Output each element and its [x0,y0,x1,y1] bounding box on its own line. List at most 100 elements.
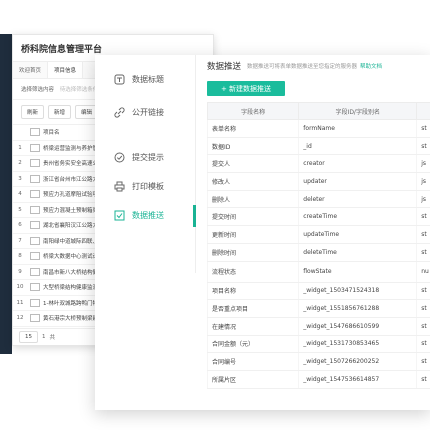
field-type: nu [416,261,430,283]
field-name: 修改人 [207,172,299,191]
panel-description: 数据推送可将表单数据推送至您指定的服务器 [247,64,358,70]
nav-item-public-link[interactable]: 公开链接 [95,98,195,127]
tab-welcome[interactable]: 欢迎首页 [13,62,49,78]
page-number[interactable]: 1 [42,334,46,340]
field-table: 字段名称 字段ID/字段别名 表单名称 formName st 数据ID _id st 提交… [207,102,430,389]
field-name: 删除人 [207,190,299,209]
nav-label: 打印模板 [132,182,164,191]
select-all-checkbox[interactable] [30,128,40,137]
row-checkbox[interactable] [30,159,40,168]
check-circle-icon [113,152,125,164]
field-id: _widget_1547536614857 [298,370,417,389]
panel-header: 数据推送 数据推送可将表单数据推送至您指定的服务器 帮助文档 [207,55,430,77]
row-checkbox[interactable] [30,143,40,152]
row-checkbox[interactable] [30,314,40,323]
nav-item-data-title[interactable]: 数据标题 [95,65,195,94]
printer-icon [113,181,125,193]
data-push-panel: 数据推送 数据推送可将表单数据推送至您指定的服务器 帮助文档 + 新建数据推送 … [207,55,430,410]
table-row: 所属片区 _widget_1547536614857 st [207,370,430,389]
table-row: 在建情况 _widget_1547686610599 st [207,317,430,336]
row-number: 5 [18,206,22,213]
row-checkbox[interactable] [30,190,40,199]
add-button[interactable]: 新增 [48,105,72,119]
checkbox-icon [113,210,125,222]
field-id: deleteTime [298,243,417,262]
table-row: 表单名称 formName st [207,119,430,138]
column-header-field-name: 字段名称 [207,102,300,120]
nav-item-submit-tip[interactable]: 提交提示 [95,143,195,172]
form-settings-dialog: 数据标题 公开链接 提交提示 打印模板 数据推送 数据推送 数据推送可将表单数据… [95,55,430,410]
row-number: 3 [18,175,22,182]
row-number: 2 [18,160,22,167]
table-row: 更新时间 updateTime st [207,225,430,244]
field-name: 合同金额（元） [207,335,299,354]
field-type: st [416,282,430,301]
help-link[interactable]: 帮助文档 [360,62,382,70]
panel-title: 数据推送 [207,62,242,72]
nav-label: 数据标题 [132,75,164,84]
field-id: _widget_1547686610599 [298,317,417,336]
field-name: 数据ID [207,137,299,156]
field-name: 提交人 [207,154,299,174]
app-sidebar [0,34,12,354]
field-id: _widget_1551856761288 [298,299,417,318]
row-number: 1 [18,144,22,151]
field-id: updater [298,172,417,191]
field-id: formName [298,119,417,138]
field-name: 更新时间 [207,225,299,244]
row-checkbox[interactable] [30,267,40,276]
nav-label: 数据推送 [132,211,164,220]
field-name: 表单名称 [207,119,299,138]
row-number: 12 [16,315,24,322]
row-number: 9 [18,268,22,275]
field-name: 是否重点项目 [207,299,299,318]
new-data-push-button[interactable]: + 新建数据推送 [207,81,285,96]
row-number: 11 [16,299,24,306]
field-id: _id [298,137,417,156]
row-checkbox[interactable] [30,236,40,245]
page-total-label: 共 [49,335,56,341]
page-size-select[interactable]: 15 [19,331,38,343]
field-id: deleter [298,190,417,209]
column-header-field-id: 字段ID/字段别名 [298,102,418,120]
field-type: st [416,243,430,262]
table-row: 修改人 updater js [207,172,430,191]
row-checkbox[interactable] [30,174,40,183]
nav-label: 提交提示 [132,153,164,162]
settings-nav: 数据标题 公开链接 提交提示 打印模板 数据推送 [95,55,196,273]
row-checkbox[interactable] [30,205,40,214]
field-name: 在建情况 [207,317,299,336]
field-name: 提交时间 [207,207,299,227]
row-number: 7 [18,237,22,244]
table-row: 删除人 deleter js [207,190,430,209]
row-number: 4 [18,191,22,198]
column-header-type [416,102,430,120]
nav-item-data-push[interactable]: 数据推送 [95,201,196,230]
row-number: 8 [18,253,22,260]
field-type: js [416,190,430,209]
field-type: st [416,137,430,156]
field-id: _widget_1507266200252 [298,352,417,371]
field-name: 所属片区 [207,370,299,389]
field-type: st [416,335,430,354]
tab-project-info[interactable]: 项目信息 [48,62,84,78]
table-row: 是否重点项目 _widget_1551856761288 st [207,299,430,318]
row-checkbox[interactable] [30,283,40,292]
link-icon [113,107,125,119]
field-name: 合同编号 [207,352,299,371]
title-icon [113,74,125,86]
row-checkbox[interactable] [30,221,40,230]
nav-item-print-template[interactable]: 打印模板 [95,172,195,201]
field-id: createTime [298,207,417,227]
field-type: st [416,207,430,227]
field-type: st [416,352,430,371]
field-id: flowState [298,261,417,283]
filter-hint: 待选择筛选条件 [59,87,99,93]
refresh-button[interactable]: 刷新 [21,105,45,119]
table-row: 合同编号 _widget_1507266200252 st [207,352,430,371]
table-row: 提交时间 createTime st [207,207,430,227]
table-row: 项目名称 _widget_1503471524318 st [207,282,430,301]
row-checkbox[interactable] [30,298,40,307]
row-checkbox[interactable] [30,252,40,261]
nav-label: 公开链接 [132,108,164,117]
